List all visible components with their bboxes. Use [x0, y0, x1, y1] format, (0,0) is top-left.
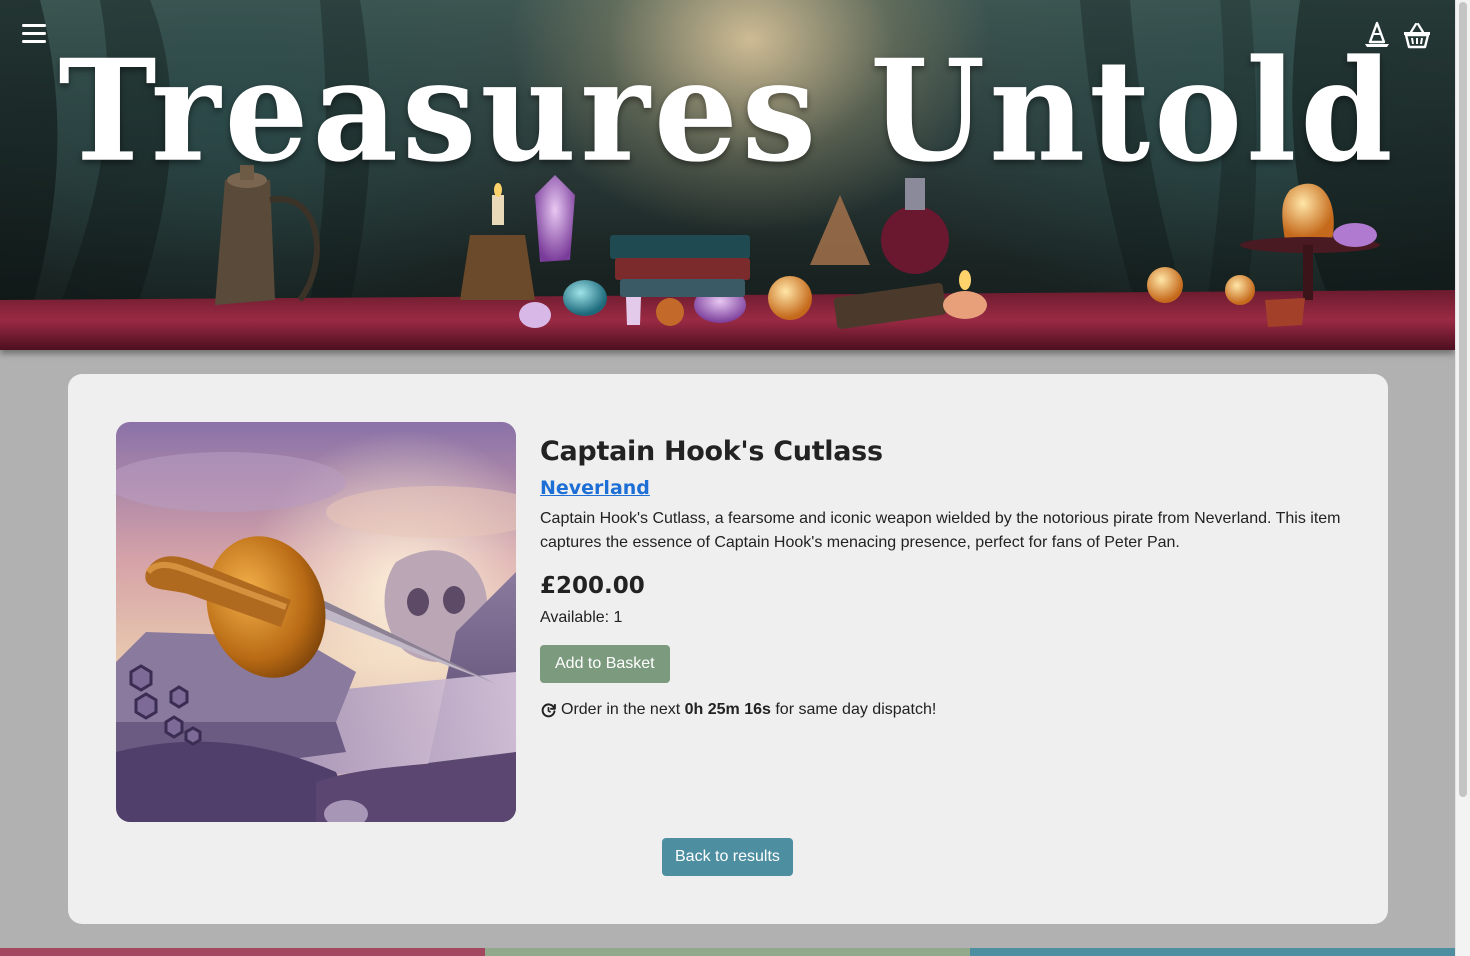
- product-card: Captain Hook's Cutlass Neverland Captain…: [68, 374, 1388, 924]
- wizard-hat-icon[interactable]: [1362, 20, 1392, 50]
- back-to-results-button[interactable]: Back to results: [662, 838, 793, 876]
- vertical-scrollbar[interactable]: [1455, 0, 1470, 956]
- product-info: Captain Hook's Cutlass Neverland Captain…: [540, 436, 1350, 719]
- dispatch-prefix: Order in the next: [561, 701, 681, 718]
- add-to-basket-button[interactable]: Add to Basket: [540, 645, 670, 683]
- footer-band-rose: [0, 948, 485, 956]
- site-title[interactable]: Treasures Untold: [0, 42, 1455, 182]
- product-price: £200.00: [540, 573, 645, 599]
- dispatch-notice: Order in the next 0h 25m 16s for same da…: [540, 701, 1350, 719]
- clock-refresh-icon: [541, 702, 556, 717]
- basket-icon[interactable]: [1402, 20, 1432, 50]
- availability-label: Available:: [540, 609, 610, 626]
- product-title: Captain Hook's Cutlass: [540, 436, 883, 467]
- dispatch-suffix: for same day dispatch!: [775, 701, 937, 718]
- footer-band-sage: [485, 948, 970, 956]
- availability: Available: 1: [540, 609, 1350, 627]
- product-description: Captain Hook's Cutlass, a fearsome and i…: [540, 510, 1341, 551]
- scrollbar-thumb[interactable]: [1459, 2, 1467, 797]
- header-banner: Treasures Untold: [0, 0, 1455, 350]
- footer-band-teal: [970, 948, 1455, 956]
- dispatch-countdown: 0h 25m 16s: [684, 701, 771, 718]
- hamburger-menu-icon[interactable]: [22, 24, 46, 46]
- product-image: [116, 422, 516, 822]
- realm-link[interactable]: Neverland: [540, 477, 650, 499]
- page: Treasures Untold Captain Hook's Cutlass …: [0, 0, 1470, 956]
- footer-color-bands: [0, 948, 1455, 956]
- availability-count: 1: [613, 609, 623, 626]
